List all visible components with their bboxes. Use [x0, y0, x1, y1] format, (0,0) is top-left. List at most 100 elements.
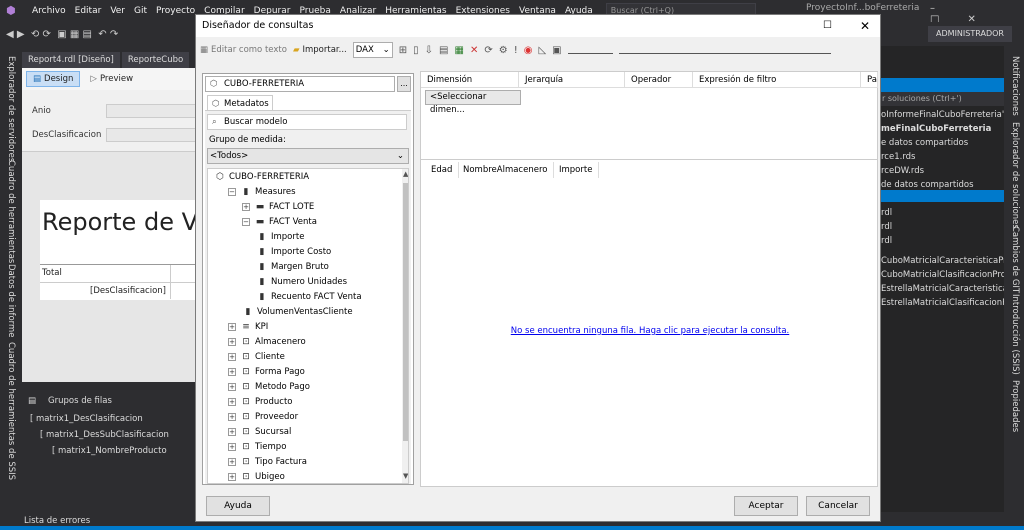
menu-git[interactable]: Git	[134, 6, 147, 16]
tree-node[interactable]: + ⊡ Cliente	[228, 350, 285, 364]
close-icon[interactable]: ✕	[860, 15, 870, 37]
expand-icon[interactable]: +	[228, 323, 236, 331]
cancel-query-icon[interactable]: ◉	[524, 45, 533, 56]
expand-icon[interactable]: +	[228, 383, 236, 391]
expand-icon[interactable]: +	[228, 398, 236, 406]
expand-icon[interactable]: +	[228, 368, 236, 376]
user-button[interactable]: ADMINISTRADOR	[928, 26, 1012, 42]
refresh-fields-icon[interactable]: ⟳	[484, 45, 492, 56]
notifications-tab[interactable]: Notificaciones	[1010, 56, 1020, 116]
solution-item[interactable]: e datos compartidos	[881, 138, 1004, 148]
auto-execute-icon[interactable]: ▦	[454, 45, 463, 56]
solution-item[interactable]: rdl	[881, 208, 1004, 218]
select-dimension-cell[interactable]: <Seleccionar dimen...	[425, 90, 521, 115]
filter-header-hierarchy[interactable]: Jerarquía	[519, 72, 625, 88]
solution-item-selected[interactable]	[881, 190, 1004, 202]
tab-report4[interactable]: Report4.rdl [Diseño]	[22, 52, 120, 68]
tree-node[interactable]: + ⊡ Proveedor	[228, 410, 298, 424]
solution-item[interactable]: CuboMatricialClasificacionProc	[881, 270, 1004, 280]
delete-icon[interactable]: ✕	[470, 45, 478, 56]
report-data-tab[interactable]: Datos de informe	[6, 264, 16, 338]
solution-item[interactable]: oInformeFinalCuboFerreteria' (	[881, 110, 1004, 120]
import-button[interactable]: ▰ Importar...	[293, 45, 347, 55]
tab-metadata[interactable]: ⬡ Metadatos	[207, 95, 273, 111]
expand-icon[interactable]: +	[228, 443, 236, 451]
tree-node[interactable]: + ⊡ Ubigeo	[228, 470, 285, 483]
param-anio-input[interactable]	[106, 104, 196, 118]
tree-node[interactable]: + ⊡ Almacenero	[228, 335, 306, 349]
solution-item[interactable]: rdl	[881, 222, 1004, 232]
cube-browse-button[interactable]: ...	[397, 76, 411, 92]
execute-query-link[interactable]: No se encuentra ninguna fila. Haga clic …	[421, 326, 879, 336]
tree-node[interactable]: ▮ VolumenVentasCliente	[242, 305, 353, 319]
tree-node[interactable]: − ▬ FACT Venta	[242, 215, 317, 229]
expand-icon[interactable]: +	[228, 338, 236, 346]
row-group-item[interactable]: [ matrix1_DesClasificacion	[30, 414, 143, 424]
tree-node[interactable]: ▮ Importe	[256, 230, 305, 244]
filter-header-dimension[interactable]: Dimensión	[421, 72, 519, 88]
tree-scroll-thumb[interactable]	[403, 183, 408, 441]
add-calculated-member-icon[interactable]: ⊞	[399, 45, 407, 56]
tree-node[interactable]: ⬡ CUBO-FERRETERIA	[214, 170, 309, 184]
edit-as-text-button[interactable]: ▦ Editar como texto	[200, 45, 287, 55]
param-desclasificacion-input[interactable]	[106, 128, 196, 142]
show-aggregates-icon[interactable]: ⚙	[499, 45, 508, 56]
filter-header-params[interactable]: Par	[861, 72, 878, 88]
query-properties-icon[interactable]: ▣	[552, 45, 561, 56]
tree-node[interactable]: + ▬ FACT LOTE	[242, 200, 314, 214]
menu-editar[interactable]: Editar	[75, 6, 102, 16]
result-col-edad[interactable]: Edad	[425, 162, 460, 178]
query-params-icon[interactable]: ▯	[413, 45, 419, 56]
dataset-name-field[interactable]	[618, 46, 831, 54]
tree-node[interactable]: + ⊡ Metodo Pago	[228, 380, 310, 394]
design-mode-icon[interactable]: ◺	[538, 45, 546, 56]
language-select[interactable]: DAX ⌄	[352, 42, 393, 58]
accept-button[interactable]: Aceptar	[734, 496, 798, 516]
filter-header-operator[interactable]: Operador	[625, 72, 693, 88]
filter-header-expression[interactable]: Expresión de filtro	[693, 72, 861, 88]
expand-icon[interactable]: +	[228, 413, 236, 421]
tree-node[interactable]: + ⊡ Tipo Factura	[228, 455, 307, 469]
toolbox-tab[interactable]: Cuadro de herramientas	[6, 160, 16, 263]
menu-ver[interactable]: Ver	[110, 6, 125, 16]
tree-node[interactable]: ▮ Importe Costo	[256, 245, 332, 259]
row-group-item[interactable]: [ matrix1_NombreProducto	[52, 446, 167, 456]
run-icon[interactable]: !	[514, 45, 518, 56]
tree-node[interactable]: ▮ Margen Bruto	[256, 260, 329, 274]
tab-reportecubo[interactable]: ReporteCubo	[121, 52, 190, 68]
menu-proyecto[interactable]: Proyecto	[156, 6, 195, 16]
solution-item[interactable]: EstrellaMatricialCaracteristicaPr	[881, 284, 1004, 294]
search-model-button[interactable]: ⌕ Buscar modelo	[207, 114, 407, 130]
result-col-importe[interactable]: Importe	[553, 162, 600, 178]
solution-item[interactable]: rce1.rds	[881, 152, 1004, 162]
scroll-down-icon[interactable]: ▼	[403, 472, 408, 480]
result-col-nombrealmacenero[interactable]: NombreAlmacenero	[457, 162, 555, 178]
scroll-up-icon[interactable]: ▲	[403, 170, 408, 178]
tree-node[interactable]: ▮ Recuento FACT Venta	[256, 290, 362, 304]
maximize-icon[interactable]: ☐	[823, 15, 832, 37]
cancel-button[interactable]: Cancelar	[806, 496, 870, 516]
solution-item[interactable]: CuboMatricialCaracteristicaPro	[881, 256, 1004, 266]
help-button[interactable]: Ayuda	[206, 496, 270, 516]
tree-node[interactable]: − ▮ Measures	[228, 185, 296, 199]
show-empty-cells-icon[interactable]: ▤	[439, 45, 448, 56]
expand-icon[interactable]: +	[228, 353, 236, 361]
tree-node[interactable]: + ⊡ Forma Pago	[228, 365, 305, 379]
git-changes-tab[interactable]: Cambios de GIT	[1010, 226, 1020, 293]
menu-archivo[interactable]: Archivo	[32, 6, 66, 16]
back-icon[interactable]: ◀ ▶ ⟲ ⟳ ▣ ▦ ▤ ↶ ↷	[6, 29, 118, 40]
expand-icon[interactable]: +	[228, 428, 236, 436]
solution-item[interactable]: rceDW.rds	[881, 166, 1004, 176]
measure-group-select[interactable]: <Todos> ⌄	[207, 148, 409, 164]
design-button[interactable]: ▤ Design	[26, 71, 81, 87]
tree-node[interactable]: ▮ Numero Unidades	[256, 275, 348, 289]
solution-explorer-tab[interactable]: Explorador de soluciones	[1010, 122, 1020, 229]
row-group-item[interactable]: [ matrix1_DesSubClasificacion	[40, 430, 169, 440]
cube-selector[interactable]: ⬡ CUBO-FERRETERIA	[205, 76, 395, 92]
collapse-icon[interactable]: −	[228, 188, 236, 196]
collapse-icon[interactable]: −	[242, 218, 250, 226]
ssis-toolbox-tab[interactable]: Cuadro de herramientas de SSIS	[6, 342, 16, 480]
solution-item[interactable]: meFinalCuboFerreteria	[881, 124, 1004, 134]
prepare-query-icon[interactable]: ⇩	[425, 45, 433, 56]
report-title[interactable]: Reporte de Ve	[42, 208, 196, 236]
